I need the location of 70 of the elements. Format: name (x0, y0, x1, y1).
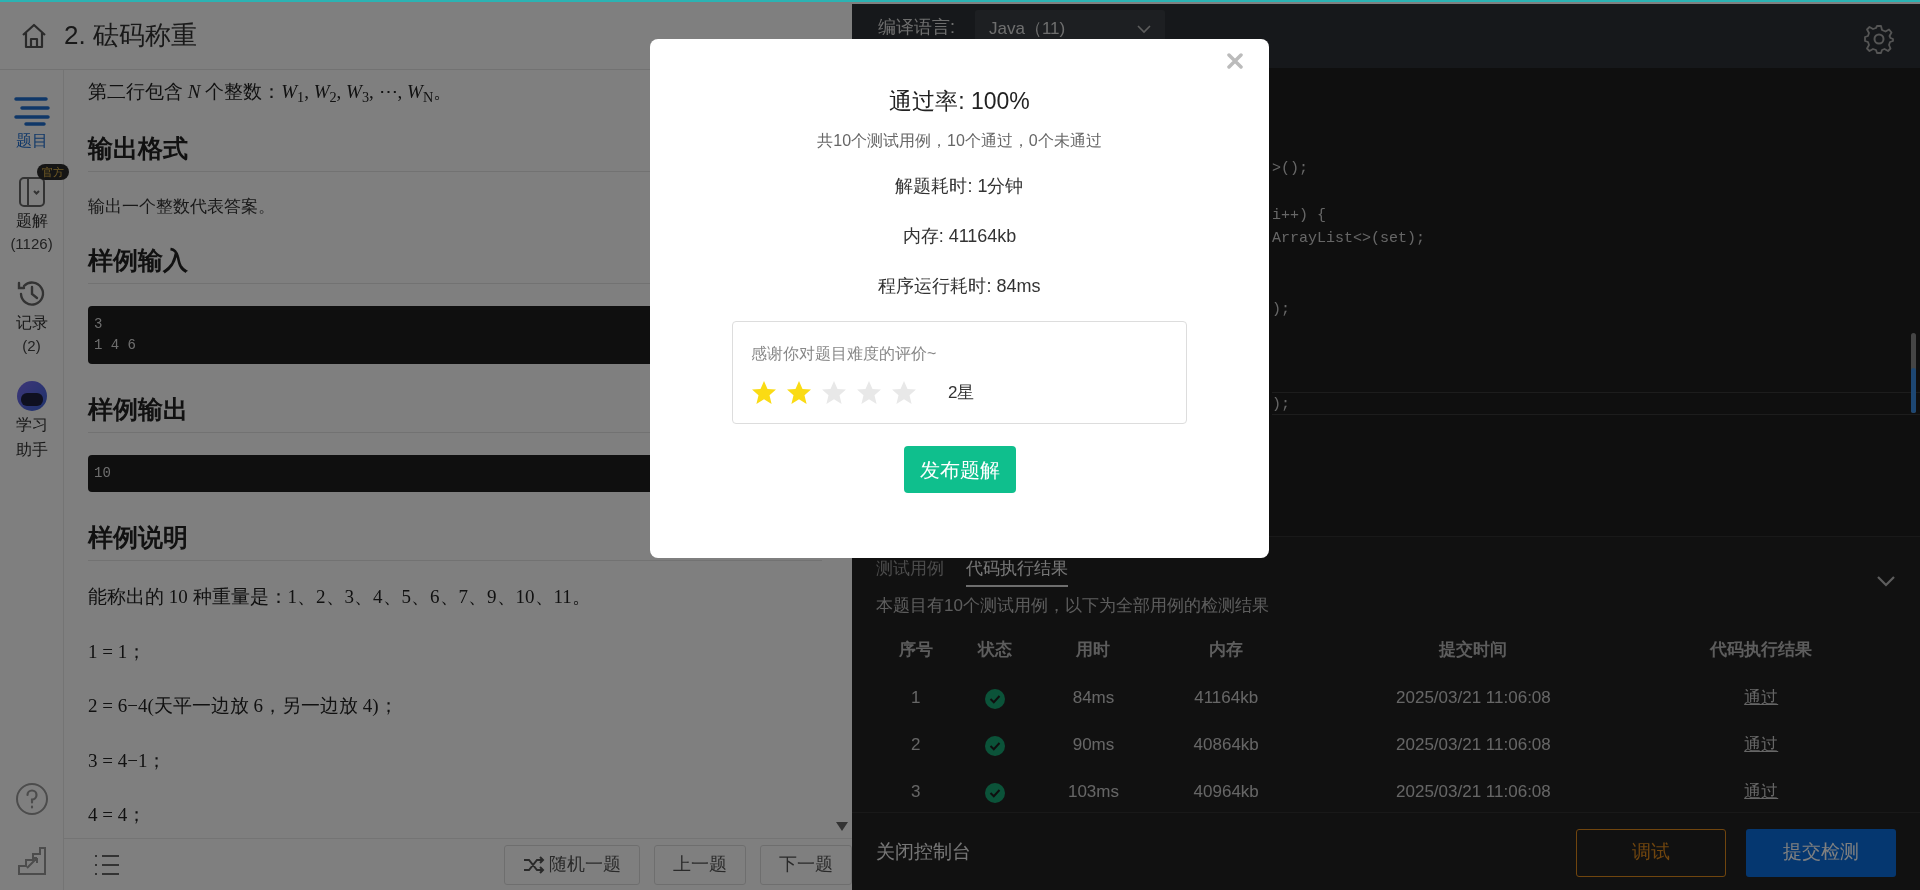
table-cell-text: 2025/03/21 11:06:08 (1395, 781, 1552, 804)
column-header: 内存 (1208, 638, 1245, 661)
stat-text: 程序运行耗时: 84ms (878, 274, 1041, 297)
sidebar-label[interactable]: 题目 (13, 128, 50, 154)
robot-icon[interactable] (15, 379, 48, 412)
scroll-down-icon[interactable] (836, 822, 848, 832)
result-link[interactable]: 通过 (1744, 688, 1779, 708)
paragraph: 4 = 4； (88, 803, 148, 827)
help-icon[interactable] (14, 782, 49, 816)
list-icon[interactable] (11, 94, 52, 128)
settings-icon[interactable] (1864, 24, 1894, 54)
debug-button[interactable]: 调试 (1576, 828, 1726, 877)
column-header: 用时 (1075, 638, 1112, 661)
code-line: >(); (1272, 158, 1309, 179)
page-title: 2. 砝码称重 (64, 19, 197, 52)
chevron-down-icon[interactable] (1876, 575, 1896, 587)
nav-button[interactable]: 上一题 (654, 844, 746, 885)
code-line: ); (1272, 299, 1291, 320)
table-cell-text: 103ms (1066, 781, 1120, 804)
star-icon[interactable] (751, 379, 777, 405)
table-cell-text: 40964kb (1192, 781, 1260, 804)
scroll-thumb[interactable] (1911, 368, 1916, 413)
nav-button[interactable]: 随机一题 (504, 844, 640, 885)
close-icon[interactable] (1227, 53, 1243, 69)
list-icon[interactable] (94, 853, 120, 876)
shuffle-icon (523, 855, 545, 874)
code-line: i++) { (1272, 205, 1327, 226)
count-label: (1126) (10, 234, 53, 255)
table-cell-text: 1 (910, 687, 922, 710)
paragraph: 2 = 6−4(天平一边放 6，另一边放 4)； (88, 694, 399, 718)
stairs-icon[interactable] (16, 846, 47, 876)
nav-button[interactable]: 下一题 (760, 844, 852, 885)
star-icon[interactable] (786, 379, 812, 405)
table-cell-text: 84ms (1071, 687, 1116, 710)
close-console-link[interactable]: 关闭控制台 (876, 838, 971, 867)
table-cell-text: 3 (910, 781, 922, 804)
table-cell-text: 40864kb (1192, 734, 1260, 757)
sidebar-label[interactable]: 题解 (13, 207, 50, 234)
result-link[interactable]: 通过 (1744, 735, 1779, 755)
column-header: 代码执行结果 (1708, 638, 1814, 661)
paragraph: 3 = 4−1； (88, 748, 168, 773)
paragraph: 1 = 1； (88, 639, 148, 664)
paragraph: 能称出的 10 种重量是：1、2、3、4、5、6、7、9、10、11。 (88, 585, 592, 609)
table-cell-text: 2 (910, 734, 922, 757)
sidebar-label[interactable]: 记录 (13, 309, 50, 336)
dialog-title: 通过率: 100% (889, 87, 1030, 116)
stat-text: 解题耗时: 1分钟 (895, 174, 1024, 197)
publish-button[interactable]: 发布题解 (903, 446, 1016, 493)
code-line: ArrayList<>(set); (1272, 229, 1427, 249)
summary-text: 本题目有10个测试用例，以下为全部用例的检测结果 (876, 595, 1270, 617)
result-link[interactable]: 通过 (1744, 782, 1779, 802)
rating-label: 2星 (948, 381, 975, 404)
code-line: ); (1272, 391, 1920, 415)
paragraph: 第二行包含 N 个整数：W$_{1}$, W$_{2}$, W$_{3}$, ⋯, W$_{N}$。 (88, 80, 454, 107)
column-header: 序号 (897, 638, 934, 661)
home-icon[interactable] (20, 21, 48, 50)
column-header: 状态 (976, 638, 1014, 661)
count-label: (2) (22, 336, 41, 357)
stat-text: 内存: 41164kb (902, 224, 1017, 247)
submit-button[interactable]: 提交检测 (1746, 828, 1896, 877)
table-cell-text: 90ms (1071, 734, 1116, 757)
paragraph: 输出一个整数代表答案。 (88, 195, 276, 218)
official-badge: 官方 (36, 163, 69, 180)
language-label: 编译语言: (878, 16, 955, 39)
table-cell-text: 41164kb (1193, 687, 1260, 710)
chevron-down-icon (1137, 24, 1151, 34)
sidebar-label[interactable]: 学习助手 (13, 411, 50, 463)
table-cell-text: 2025/03/21 11:06:08 (1395, 734, 1552, 757)
table-cell-text: 2025/03/21 11:06:08 (1395, 687, 1552, 710)
column-header: 提交时间 (1437, 638, 1509, 661)
